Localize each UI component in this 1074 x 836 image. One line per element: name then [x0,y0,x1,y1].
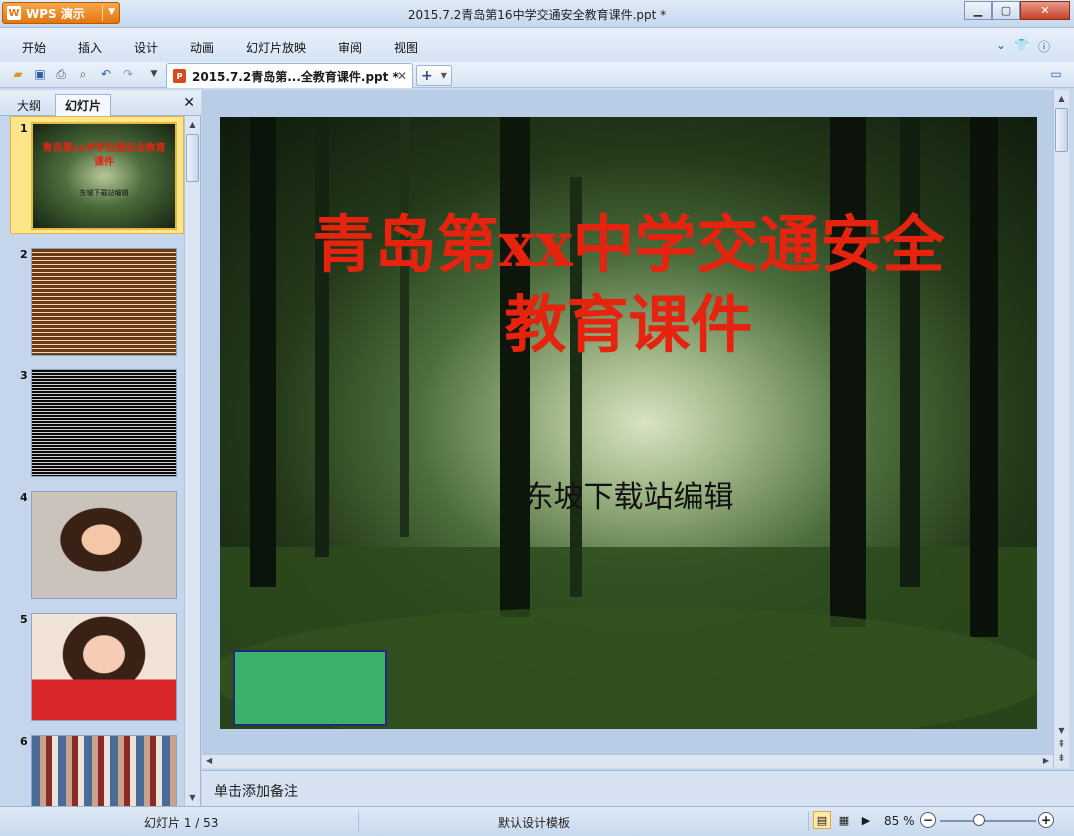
plus-icon: + [421,67,433,84]
tab-outline[interactable]: 大纲 [8,94,50,116]
menu-insert[interactable]: 插入 [78,39,102,56]
slide-title-line-1: 青岛第xx中学交通安全 [312,208,945,281]
notes-placeholder: 单击添加备注 [214,784,298,800]
customize-icon[interactable]: ▼ [146,66,162,82]
zoom-in-icon[interactable]: + [1038,812,1054,828]
slide-title-line-2: 教育课件 [504,288,753,361]
next-slide-icon[interactable]: ⇟ [1054,750,1069,766]
thumbnail-image [31,491,177,599]
thumbnail-image [31,735,177,806]
menu-review[interactable]: 审阅 [338,39,362,56]
tab-slides[interactable]: 幻灯片 [55,94,112,116]
thumbnail-number: 5 [20,613,28,626]
title-bar: W WPS 演示 ▼ 2015.7.2青岛第16中学交通安全教育课件.ppt *… [0,0,1074,28]
close-tab-icon[interactable]: ✕ [397,69,407,83]
thumbnail-item-1[interactable]: 1 青岛第xx中学交通安全教育课件 东坡下载站编辑 [0,116,184,234]
status-bar: 幻灯片 1 / 53 默认设计模板 ▤ ▦ ▶ 85 % − + [0,806,1074,836]
slideshow-icon[interactable]: ▶ [857,811,875,829]
thumbnail-image [31,613,177,721]
menu-view[interactable]: 视图 [394,39,418,56]
thumbnail-title: 青岛第xx中学交通安全教育课件 [42,143,166,168]
slide-counter: 幻灯片 1 / 53 [144,816,219,830]
maximize-button[interactable]: ▢ [992,1,1020,20]
thumbnail-image [31,248,177,356]
scrollbar-thumb[interactable] [1055,108,1068,152]
close-panel-icon[interactable]: ✕ [183,95,195,111]
document-tab-label: 2015.7.2青岛第...全教育课件.ppt * [192,69,399,84]
thumbnail-item-2[interactable]: 2 [0,244,184,360]
thumbnail-subtitle: 东坡下载站编辑 [79,189,129,197]
close-icon: ✕ [1040,4,1050,17]
zoom-slider-handle[interactable] [973,814,985,826]
slide-canvas-area: 青岛第xx中学交通安全 教育课件 东坡下载站编辑 [202,90,1053,754]
new-tab-button[interactable]: + ▼ [416,65,452,86]
thumbnail-image: 青岛第xx中学交通安全教育课件 东坡下载站编辑 [31,122,177,230]
scroll-up-icon[interactable]: ▲ [1054,90,1069,106]
document-tab[interactable]: P 2015.7.2青岛第...全教育课件.ppt * ✕ [166,63,413,88]
close-button[interactable]: ✕ [1020,1,1070,20]
slide-title[interactable]: 青岛第xx中学交通安全 教育课件 [220,205,1037,365]
slide-scrollbar[interactable]: ▲ ▼ ⇞ ⇟ [1053,90,1069,768]
help-icon[interactable]: ⓘ [1038,38,1050,55]
zoom-slider-track[interactable] [940,820,1036,822]
thumbnail-item-6[interactable]: 6 [0,731,184,806]
green-rectangle-shape[interactable] [233,650,387,726]
thumbnail-item-4[interactable]: 4 [0,487,184,603]
layout-icon[interactable]: ▭ [1048,66,1064,82]
scrollbar-thumb[interactable] [186,134,199,182]
redo-icon[interactable]: ↷ [120,66,136,82]
thumbnail-number: 4 [20,491,28,504]
minimize-button[interactable]: ▁ [964,1,992,20]
skin-icon[interactable]: 👕 [1014,38,1029,52]
thumbnail-item-5[interactable]: 5 [0,609,184,725]
window-title: 2015.7.2青岛第16中学交通安全教育课件.ppt * [407,8,667,22]
thumbnail-number: 6 [20,735,28,748]
normal-view-icon[interactable]: ▤ [813,811,831,829]
thumbnail-number: 3 [20,369,28,382]
thumbnail-image [31,369,177,477]
chevron-down-icon[interactable]: ▼ [441,71,447,80]
slide-subtitle[interactable]: 东坡下载站编辑 [220,472,1037,516]
panel-tabs: 大纲 幻灯片 ✕ [0,90,201,116]
scroll-right-icon[interactable]: ▶ [1043,756,1049,765]
notes-pane[interactable]: 单击添加备注 [202,770,1074,806]
scroll-down-icon[interactable]: ▼ [185,789,200,805]
scroll-left-icon[interactable]: ◀ [206,756,212,765]
print-preview-icon[interactable]: ⌕ [75,66,91,82]
maximize-icon: ▢ [1000,4,1012,17]
menu-animation[interactable]: 动画 [190,39,214,56]
zoom-out-icon[interactable]: − [920,812,936,828]
zoom-level: 85 % [884,814,915,828]
scroll-up-icon[interactable]: ▲ [185,116,200,132]
menu-slideshow[interactable]: 幻灯片放映 [246,39,306,56]
slide[interactable]: 青岛第xx中学交通安全 教育课件 东坡下载站编辑 [220,117,1037,729]
undo-icon[interactable]: ↶ [98,66,114,82]
open-icon[interactable]: ▰ [10,66,26,82]
menu-bar: 开始 插入 设计 动画 幻灯片放映 审阅 视图 ⌄ 👕 ⓘ [0,28,1074,62]
print-icon[interactable]: ⎙ [53,66,69,82]
menu-design[interactable]: 设计 [134,39,158,56]
thumbnail-number: 1 [20,122,28,135]
chevron-down-icon[interactable]: ⌄ [996,38,1006,52]
slides-panel: 大纲 幻灯片 ✕ 1 青岛第xx中学交通安全教育课件 东坡下载站编辑 2 3 4 [0,90,201,806]
quick-toolbar: ▰ ▣ ⎙ ⌕ ↶ ↷ ▼ P 2015.7.2青岛第...全教育课件.ppt … [0,62,1074,88]
status-divider [808,811,809,831]
slide-sorter-icon[interactable]: ▦ [835,811,853,829]
horizontal-scrollbar[interactable]: ◀ ▶ [202,754,1053,768]
save-icon[interactable]: ▣ [32,66,48,82]
status-divider [358,811,359,831]
thumbnail-list: 1 青岛第xx中学交通安全教育课件 东坡下载站编辑 2 3 4 5 6 [0,116,184,806]
design-template[interactable]: 默认设计模板 [498,814,570,831]
thumbnail-scrollbar[interactable]: ▲ ▼ [184,116,200,806]
ppt-file-icon: P [173,69,186,83]
thumbnail-item-3[interactable]: 3 [0,365,184,481]
minimize-icon: ▁ [973,4,983,17]
menu-start[interactable]: 开始 [22,39,46,56]
thumbnail-number: 2 [20,248,28,261]
